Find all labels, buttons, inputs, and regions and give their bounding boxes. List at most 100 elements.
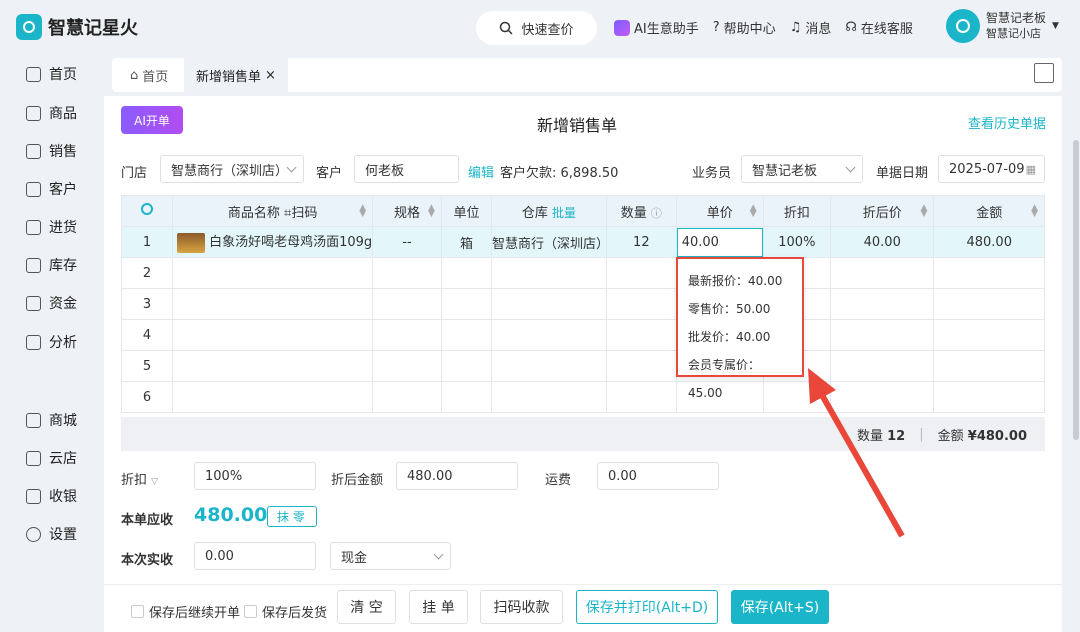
store-select[interactable]: 智慧商行（深圳店） bbox=[160, 155, 304, 183]
home-icon: ⌂ bbox=[130, 67, 139, 83]
member-price[interactable]: 会员专属价：45.00 bbox=[688, 351, 792, 407]
scrollbar[interactable] bbox=[1073, 140, 1079, 440]
sidebar-item-cloud-store[interactable]: 云店 bbox=[26, 448, 77, 468]
sidebar-item-funds[interactable]: 资金 bbox=[26, 293, 77, 313]
header-warehouse: 仓库 批量 bbox=[491, 195, 607, 227]
header-after-price[interactable]: 折后价 ▲ ▼ bbox=[830, 195, 935, 227]
latest-price[interactable]: 最新报价：40.00 bbox=[688, 267, 792, 295]
help-icon: ⓘ bbox=[650, 206, 662, 220]
round-off-button[interactable]: 抹 零 bbox=[267, 506, 317, 527]
search-icon bbox=[500, 21, 514, 35]
discount-label[interactable]: 折扣 ▽ bbox=[121, 469, 158, 488]
sidebar-item-mall[interactable]: 商城 bbox=[26, 410, 77, 430]
hang-order-button[interactable]: 挂 单 bbox=[409, 590, 468, 624]
online-service-link[interactable]: ☊ 在线客服 bbox=[845, 18, 913, 37]
user-name: 智慧记老板 bbox=[986, 11, 1047, 25]
due-amount: 480.00 bbox=[194, 504, 268, 526]
sidebar-item-sales[interactable]: 销售 bbox=[26, 141, 77, 161]
salesperson-select[interactable]: 智慧记老板 bbox=[741, 155, 863, 183]
sidebar-item-cashier[interactable]: 收银 bbox=[26, 486, 77, 506]
customer-input[interactable]: 何老板 bbox=[354, 155, 459, 183]
batch-link[interactable]: 批量 bbox=[552, 206, 576, 220]
sort-icon: ▲ ▼ bbox=[1031, 203, 1038, 219]
edit-customer-link[interactable]: 编辑 bbox=[468, 162, 494, 181]
sidebar-item-purchase[interactable]: 进货 bbox=[26, 217, 77, 237]
discount-cell[interactable]: 100% bbox=[762, 226, 832, 258]
table-row[interactable]: 4 bbox=[120, 319, 1045, 351]
save-button[interactable]: 保存(Alt+S) bbox=[731, 590, 829, 624]
action-bar: 保存后继续开单 保存后发货 清 空 挂 单 扫码收款 保存并打印(Alt+D) … bbox=[104, 584, 1062, 632]
after-price-cell[interactable]: 40.00 bbox=[830, 226, 935, 258]
tab-new-sales-order[interactable]: 新增销售单 × bbox=[184, 58, 288, 92]
price-cell[interactable]: 40.00 bbox=[675, 226, 764, 258]
ship-checkbox[interactable]: 保存后发货 bbox=[244, 602, 327, 621]
help-center-link[interactable]: ? 帮助中心 bbox=[713, 18, 776, 37]
header-unit: 单位 bbox=[440, 195, 493, 227]
sidebar-item-goods[interactable]: 商品 bbox=[26, 103, 77, 123]
clear-button[interactable]: 清 空 bbox=[337, 590, 396, 624]
quick-search-button[interactable]: 快速查价 bbox=[476, 11, 597, 45]
price-input[interactable]: 40.00 bbox=[676, 227, 763, 257]
chevron-down-icon bbox=[845, 162, 856, 173]
paid-label: 本次实收 bbox=[121, 553, 174, 568]
header-price[interactable]: 单价 ▲ ▼ bbox=[675, 195, 764, 227]
bag-icon bbox=[26, 105, 41, 121]
payment-method-select[interactable]: 现金 bbox=[330, 542, 451, 570]
customer-debt: 客户欠款: 6,898.50 bbox=[500, 166, 619, 181]
scan-pay-button[interactable]: 扫码收款 bbox=[480, 590, 563, 624]
messages-link[interactable]: ♫ 消息 bbox=[790, 18, 832, 37]
gear-icon bbox=[26, 526, 41, 542]
store-label: 门店 bbox=[121, 166, 148, 181]
sidebar-item-home[interactable]: 首页 bbox=[26, 64, 77, 84]
header-amount[interactable]: 金额 ▲ ▼ bbox=[933, 195, 1045, 227]
app-name: 智慧记星火 bbox=[48, 18, 138, 39]
table-row[interactable]: 1 白象汤好喝老母鸡汤面109g -- 箱 智慧商行（深圳店） 12 40.00… bbox=[120, 226, 1045, 258]
calendar-icon: ▦ bbox=[1025, 162, 1036, 176]
date-label: 单据日期 bbox=[876, 166, 929, 181]
top-bar: 智慧记星火 快速查价 AI生意助手 ? 帮助中心 ♫ 消息 ☊ 在线客服 智慧记老板智… bbox=[0, 0, 1080, 56]
continue-checkbox[interactable]: 保存后继续开单 bbox=[131, 602, 240, 621]
avatar bbox=[946, 9, 980, 43]
sort-icon: ▲ ▼ bbox=[427, 203, 435, 219]
product-cell[interactable]: 白象汤好喝老母鸡汤面109g bbox=[172, 226, 374, 258]
user-menu[interactable]: 智慧记老板 智慧记小店 ▼ bbox=[946, 9, 1059, 43]
discount-input[interactable]: 100% bbox=[194, 462, 316, 490]
freight-input[interactable]: 0.00 bbox=[597, 462, 719, 490]
shop-icon bbox=[26, 412, 41, 428]
quantity-cell[interactable]: 12 bbox=[605, 226, 677, 258]
ai-assistant-link[interactable]: AI生意助手 bbox=[614, 18, 699, 37]
table-row[interactable]: 2 bbox=[120, 257, 1045, 289]
close-icon[interactable]: × bbox=[265, 68, 276, 83]
sidebar-item-inventory[interactable]: 库存 bbox=[26, 255, 77, 275]
annotation-arrow bbox=[808, 368, 905, 538]
warehouse-cell[interactable]: 智慧商行（深圳店） bbox=[491, 226, 609, 258]
paid-input[interactable]: 0.00 bbox=[194, 542, 316, 570]
sidebar-item-settings[interactable]: 设置 bbox=[26, 524, 77, 544]
purchase-icon bbox=[26, 219, 41, 235]
column-settings[interactable] bbox=[120, 195, 174, 227]
app-logo[interactable]: 智慧记星火 bbox=[16, 14, 138, 40]
sort-icon: ▲ ▼ bbox=[749, 203, 757, 219]
retail-price[interactable]: 零售价：50.00 bbox=[688, 295, 792, 323]
save-print-button[interactable]: 保存并打印(Alt+D) bbox=[576, 590, 718, 624]
freight-label: 运费 bbox=[545, 473, 572, 488]
date-picker[interactable]: 2025-07-09 ▦ bbox=[938, 155, 1045, 183]
salesperson-label: 业务员 bbox=[692, 166, 732, 181]
tab-home[interactable]: ⌂ 首页 bbox=[118, 58, 180, 92]
gear-icon bbox=[141, 203, 154, 215]
page-title: 新增销售单 bbox=[536, 116, 617, 135]
price-history-popup: 最新报价：40.00 零售价：50.00 批发价：40.00 会员专属价：45.… bbox=[676, 257, 804, 400]
history-link[interactable]: 查看历史单据 bbox=[968, 113, 1046, 132]
document-icon bbox=[26, 143, 41, 159]
chevron-down-icon bbox=[433, 549, 444, 560]
sidebar-item-analysis[interactable]: 分析 bbox=[26, 332, 77, 352]
after-amount-input[interactable]: 480.00 bbox=[396, 462, 518, 490]
sidebar-item-customers[interactable]: 客户 bbox=[26, 179, 77, 199]
amount-cell[interactable]: 480.00 bbox=[933, 226, 1045, 258]
header-product-name[interactable]: 商品名称 ⌗扫码 ▲ ▼ bbox=[172, 195, 374, 227]
header-spec[interactable]: 规格 ▲ ▼ bbox=[372, 195, 442, 227]
fullscreen-icon[interactable] bbox=[1034, 63, 1054, 83]
table-row[interactable]: 3 bbox=[120, 288, 1045, 320]
wholesale-price[interactable]: 批发价：40.00 bbox=[688, 323, 792, 351]
home-icon bbox=[26, 66, 41, 82]
